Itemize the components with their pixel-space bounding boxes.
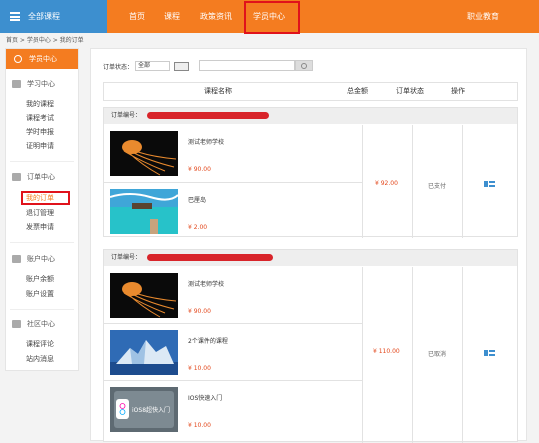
section-order-center: 订单中心 <box>12 172 55 182</box>
divider <box>362 267 363 443</box>
sidebar: 学员中心 学习中心 我的课程 课程考试 学时申报 证明申请 订单中心 我的订单 … <box>5 48 79 371</box>
sidebar-item-settings[interactable]: 账户设置 <box>26 289 54 299</box>
sidebar-header-label: 学员中心 <box>29 55 57 63</box>
sidebar-header: 学员中心 <box>6 49 78 69</box>
redacted-order-number <box>147 254 273 261</box>
order-total: ¥ 110.00 <box>373 348 400 355</box>
course-thumbnail: iOS8超快入门 <box>110 387 178 432</box>
sidebar-highlight-box <box>21 191 70 205</box>
course-title: 巴厘岛 <box>188 197 207 204</box>
divider <box>10 242 74 243</box>
list-item[interactable]: 测试老师学校 ¥ 90.00 <box>104 267 362 324</box>
course-price: ¥ 90.00 <box>188 166 211 173</box>
section-account-center: 账户中心 <box>12 254 55 264</box>
course-price: ¥ 10.00 <box>188 365 211 372</box>
section-learning-center: 学习中心 <box>12 79 55 89</box>
wallet-icon <box>12 255 21 263</box>
sidebar-item-messages[interactable]: 站内消息 <box>26 354 54 364</box>
divider <box>362 125 363 238</box>
menu-icon <box>10 12 20 21</box>
order-status: 已取消 <box>428 351 447 358</box>
sidebar-item-hours-declare[interactable]: 学时申报 <box>26 127 54 137</box>
order-status: 已支付 <box>428 183 447 190</box>
course-price: ¥ 2.00 <box>188 224 208 231</box>
course-thumbnail <box>110 131 178 176</box>
order-filter: 订单状态： 全部 <box>103 61 190 71</box>
divider <box>462 267 463 443</box>
nav-policy-news[interactable]: 政策资讯 <box>200 0 232 33</box>
table-header: 课程名称 总金额 订单状态 操作 <box>103 82 518 101</box>
order-number-label: 订单编号： <box>111 112 142 119</box>
list-item[interactable]: 巴厘岛 ¥ 2.00 <box>104 183 362 238</box>
divider <box>412 125 413 238</box>
col-action: 操作 <box>451 87 465 95</box>
course-thumbnail <box>110 330 178 375</box>
order-number-row: 订单编号： <box>104 250 517 266</box>
nav-courses[interactable]: 课程 <box>164 0 180 33</box>
order-card: 订单编号： 测试老师学校 ¥ 90.00 巴厘岛 ¥ 2.00 ¥ 92.00 … <box>103 107 518 238</box>
section-title: 订单中心 <box>27 173 55 181</box>
user-icon <box>14 55 22 63</box>
view-details-icon[interactable] <box>484 350 495 356</box>
sidebar-item-certificate[interactable]: 证明申请 <box>26 141 54 151</box>
course-title: 测试老师学校 <box>188 139 225 146</box>
section-title: 学习中心 <box>27 80 55 88</box>
order-total: ¥ 92.00 <box>375 180 398 187</box>
breadcrumb: 首页 > 学员中心 > 我的订单 <box>6 37 84 44</box>
status-select[interactable]: 全部 <box>135 61 171 71</box>
course-thumbnail <box>110 189 178 234</box>
divider <box>412 267 413 443</box>
orders-panel: 订单状态： 全部 课程名称 总金额 订单状态 操作 订单编号： 测试老师学校 ¥… <box>90 48 527 443</box>
sidebar-item-invoice[interactable]: 发票申请 <box>26 222 54 232</box>
search-input[interactable] <box>199 60 295 71</box>
course-price: ¥ 10.00 <box>188 422 211 429</box>
course-title: 测试老师学校 <box>188 281 225 288</box>
all-courses-button[interactable]: 全部课程 <box>0 0 107 33</box>
sidebar-item-balance[interactable]: 账户余额 <box>26 274 54 284</box>
col-course-name: 课程名称 <box>204 87 232 95</box>
nav-highlight-box <box>244 1 300 34</box>
order-number-label: 订单编号： <box>111 254 142 261</box>
sidebar-item-refund[interactable]: 退订管理 <box>26 208 54 218</box>
course-title: 2个课件的课程 <box>188 338 228 345</box>
sidebar-item-comments[interactable]: 课程评论 <box>26 339 54 349</box>
section-title: 社区中心 <box>27 320 55 328</box>
thumbnail-caption: iOS8超快入门 <box>132 406 170 414</box>
col-status: 订单状态 <box>396 87 424 95</box>
nav-home[interactable]: 首页 <box>129 0 145 33</box>
divider <box>10 161 74 162</box>
list-item[interactable]: 测试老师学校 ¥ 90.00 <box>104 125 362 183</box>
list-item[interactable]: 2个课件的课程 ¥ 10.00 <box>104 324 362 381</box>
all-courses-label: 全部课程 <box>28 12 60 21</box>
edit-icon <box>12 173 21 181</box>
filter-label: 订单状态： <box>103 63 134 71</box>
sidebar-item-my-courses[interactable]: 我的课程 <box>26 99 54 109</box>
course-title: IOS快速入门 <box>188 395 223 402</box>
divider <box>10 309 74 310</box>
query-button[interactable] <box>174 61 190 71</box>
sidebar-item-course-exam[interactable]: 课程考试 <box>26 113 54 123</box>
section-community-center: 社区中心 <box>12 319 55 329</box>
divider <box>462 125 463 238</box>
redacted-order-number <box>147 112 269 119</box>
order-card: 订单编号： 测试老师学校 ¥ 90.00 2个课件的课程 ¥ 10.00 iOS… <box>103 249 518 443</box>
list-item[interactable]: iOS8超快入门 IOS快速入门 ¥ 10.00 <box>104 381 362 443</box>
nav-career-education[interactable]: 职业教育 <box>467 0 499 33</box>
course-thumbnail <box>110 273 178 318</box>
col-total: 总金额 <box>347 87 368 95</box>
search-icon[interactable] <box>295 60 313 71</box>
course-price: ¥ 90.00 <box>188 308 211 315</box>
section-title: 账户中心 <box>27 255 55 263</box>
view-details-icon[interactable] <box>484 181 495 187</box>
order-number-row: 订单编号： <box>104 108 517 124</box>
people-icon <box>12 320 21 328</box>
book-icon <box>12 80 21 88</box>
